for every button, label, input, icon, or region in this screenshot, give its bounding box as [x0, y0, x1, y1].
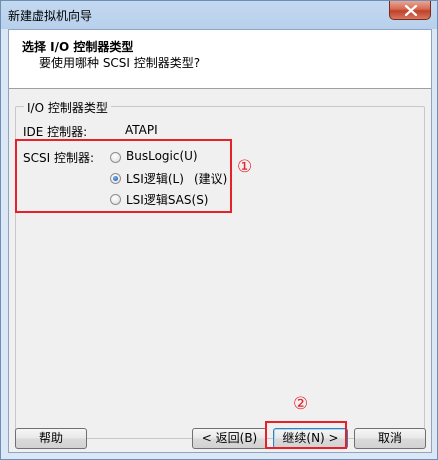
close-button[interactable]	[389, 1, 431, 20]
page-subtitle: 要使用哪种 SCSI 控制器类型?	[39, 56, 201, 70]
annotation-box-scsi	[15, 139, 232, 213]
wizard-window: 新建虚拟机向导 选择 I/O 控制器类型 要使用哪种 SCSI 控制器类型? I…	[0, 0, 438, 460]
help-button[interactable]: 帮助	[15, 428, 87, 449]
page-title: 选择 I/O 控制器类型	[22, 40, 134, 54]
annotation-mark-1: ①	[237, 157, 253, 177]
dialog-body: 选择 I/O 控制器类型 要使用哪种 SCSI 控制器类型? I/O 控制器类型…	[8, 29, 432, 453]
ide-controller-label: IDE 控制器:	[23, 125, 88, 139]
cancel-button[interactable]: 取消	[354, 428, 426, 449]
group-legend: I/O 控制器类型	[24, 99, 111, 116]
annotation-mark-2: ②	[293, 394, 309, 414]
ide-controller-value: ATAPI	[125, 123, 158, 137]
window-title: 新建虚拟机向导	[8, 9, 93, 23]
close-icon	[404, 5, 418, 16]
title-bar[interactable]: 新建虚拟机向导	[1, 1, 437, 29]
back-button[interactable]: < 返回(B)	[192, 428, 267, 449]
annotation-box-next	[265, 421, 347, 449]
wizard-header: 选择 I/O 控制器类型 要使用哪种 SCSI 控制器类型?	[9, 30, 431, 89]
